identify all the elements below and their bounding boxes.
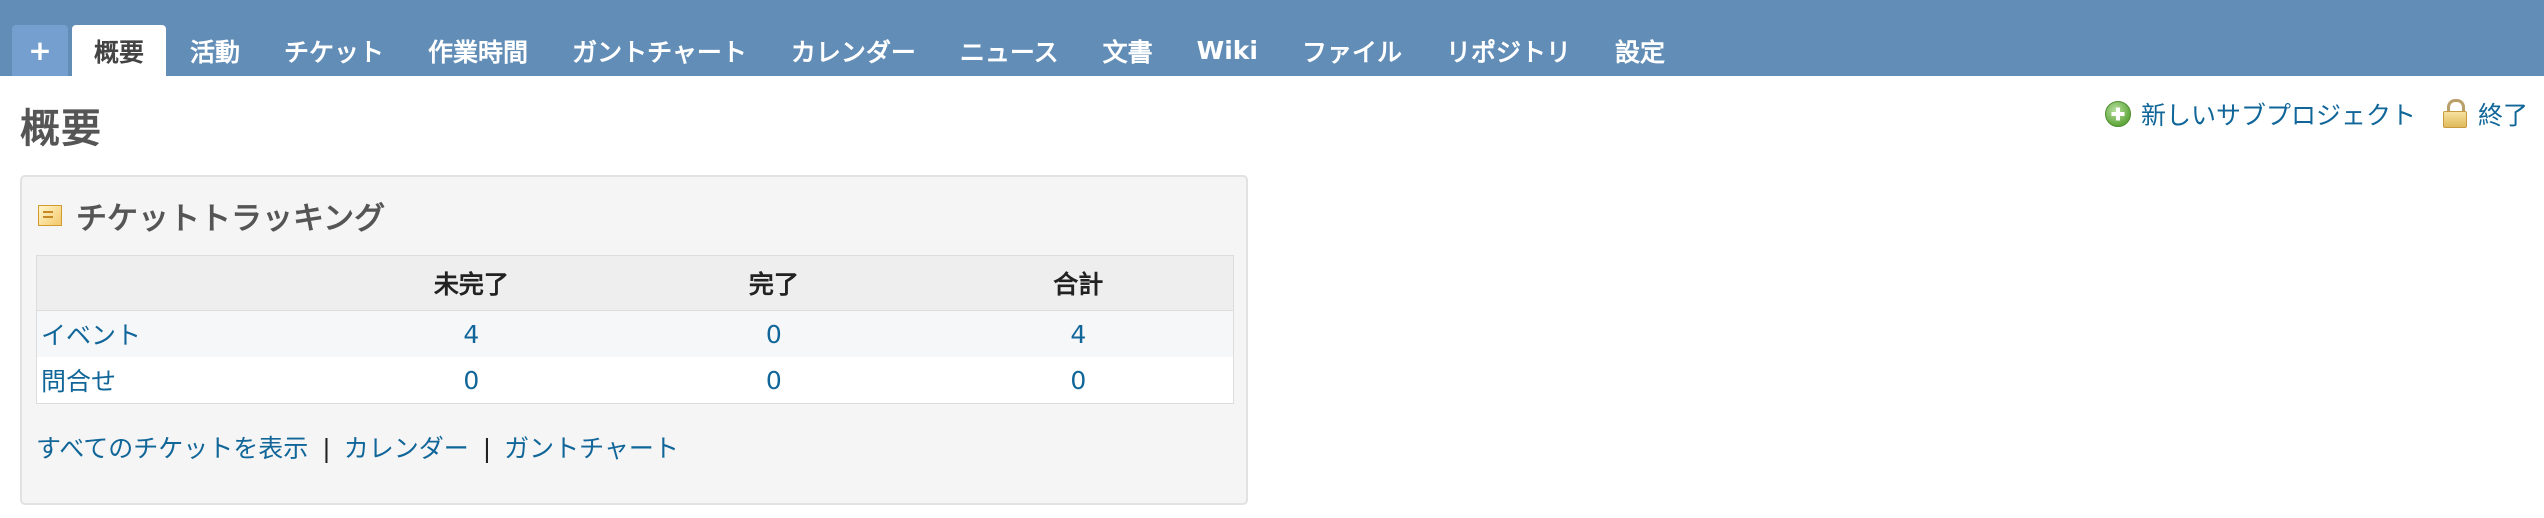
closed-count-link[interactable]: 0: [624, 357, 924, 404]
new-subproject-link[interactable]: 新しいサブプロジェクト: [2104, 96, 2416, 132]
tracker-name-link[interactable]: イベント: [36, 310, 319, 357]
close-project-label: 終了: [2477, 101, 2528, 130]
tracker-table: 未完了 完了 合計 イベント 4 0 4 問合せ 0 0 0: [36, 255, 1234, 404]
column-header-open: 未完了: [318, 255, 625, 311]
closed-count-link[interactable]: 0: [624, 310, 924, 357]
table-header-row: 未完了 完了 合計: [36, 255, 1234, 311]
new-object-tab[interactable]: +: [12, 25, 68, 76]
tab-gantt[interactable]: ガントチャート: [550, 25, 769, 76]
table-row: 問合せ 0 0 0: [36, 357, 1234, 404]
page-title: 概要: [20, 106, 102, 152]
tab-spent-time[interactable]: 作業時間: [406, 25, 550, 76]
ticket-icon: [38, 205, 62, 226]
tab-activity[interactable]: 活動: [168, 25, 262, 76]
column-header-total: 合計: [923, 255, 1234, 311]
tab-files[interactable]: ファイル: [1280, 25, 1424, 76]
issue-tracking-title: チケットトラッキング: [76, 201, 386, 237]
issue-tracking-box: チケットトラッキング 未完了 完了 合計 イベント 4 0 4 問合せ 0 0 …: [20, 175, 1248, 505]
close-project-link[interactable]: 終了: [2442, 96, 2528, 132]
open-count-link[interactable]: 0: [318, 357, 625, 404]
contextual-actions: 新しいサブプロジェクト 終了: [2104, 96, 2528, 132]
column-header-closed: 完了: [624, 255, 924, 311]
gantt-link[interactable]: ガントチャート: [504, 434, 679, 463]
tab-documents[interactable]: 文書: [1081, 25, 1175, 76]
add-icon: [2104, 101, 2131, 127]
main-menu: + 概要 活動 チケット 作業時間 ガントチャート カレンダー ニュース 文書 …: [0, 0, 2544, 76]
tab-settings[interactable]: 設定: [1593, 25, 1687, 76]
calendar-link[interactable]: カレンダー: [344, 434, 469, 463]
new-subproject-label: 新しいサブプロジェクト: [2140, 101, 2416, 130]
project-tabs: + 概要 活動 チケット 作業時間 ガントチャート カレンダー ニュース 文書 …: [12, 25, 1687, 76]
total-count-link[interactable]: 0: [923, 357, 1234, 404]
tab-wiki[interactable]: Wiki: [1175, 25, 1280, 76]
link-separator: |: [482, 434, 492, 463]
tab-calendar[interactable]: カレンダー: [769, 25, 938, 76]
lock-icon: [2442, 99, 2468, 129]
total-count-link[interactable]: 4: [923, 310, 1234, 357]
tab-issues[interactable]: チケット: [262, 25, 406, 76]
issue-tracking-links: すべてのチケットを表示 | カレンダー | ガントチャート: [36, 429, 679, 465]
tab-repository[interactable]: リポジトリ: [1424, 25, 1593, 76]
column-header-tracker: [36, 255, 319, 311]
view-all-issues-link[interactable]: すべてのチケットを表示: [36, 434, 308, 463]
link-separator: |: [322, 434, 331, 463]
table-row: イベント 4 0 4: [36, 310, 1234, 357]
tab-overview[interactable]: 概要: [72, 25, 167, 76]
tab-news[interactable]: ニュース: [938, 25, 1081, 76]
open-count-link[interactable]: 4: [318, 310, 625, 357]
issue-tracking-heading: チケットトラッキング: [38, 193, 385, 238]
tracker-name-link[interactable]: 問合せ: [36, 357, 319, 404]
